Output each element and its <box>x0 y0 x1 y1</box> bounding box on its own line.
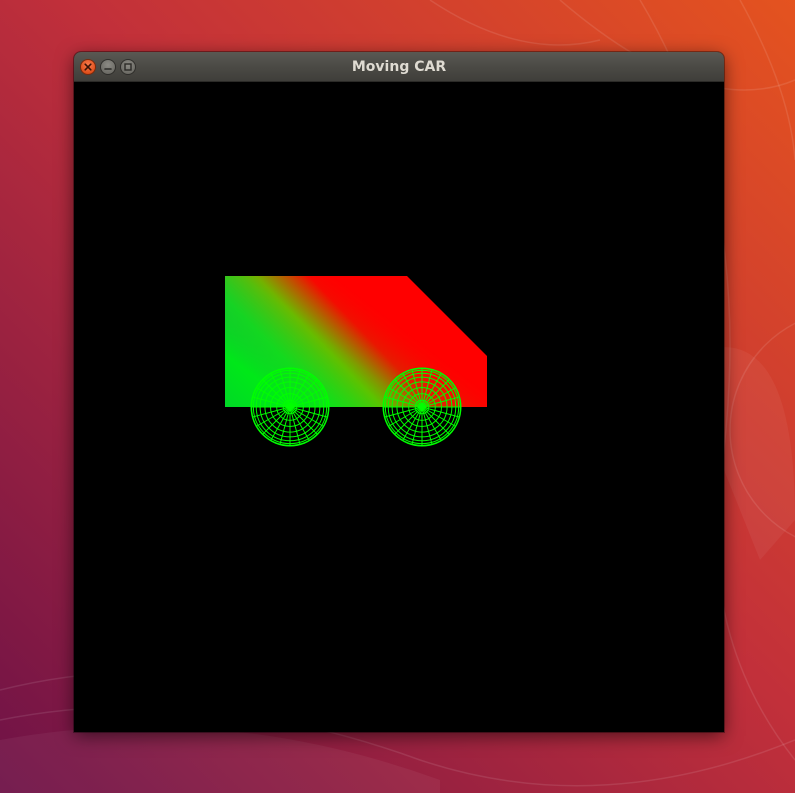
car-scene <box>225 276 487 447</box>
app-window[interactable]: Moving CAR <box>74 52 724 732</box>
desktop-background: Moving CAR <box>0 0 795 793</box>
render-canvas[interactable] <box>74 82 724 732</box>
car-wheel-left <box>250 367 330 447</box>
car-wheel-right <box>382 367 462 447</box>
window-titlebar[interactable]: Moving CAR <box>74 52 724 82</box>
car-body-shading <box>225 276 487 407</box>
window-title: Moving CAR <box>351 59 447 75</box>
